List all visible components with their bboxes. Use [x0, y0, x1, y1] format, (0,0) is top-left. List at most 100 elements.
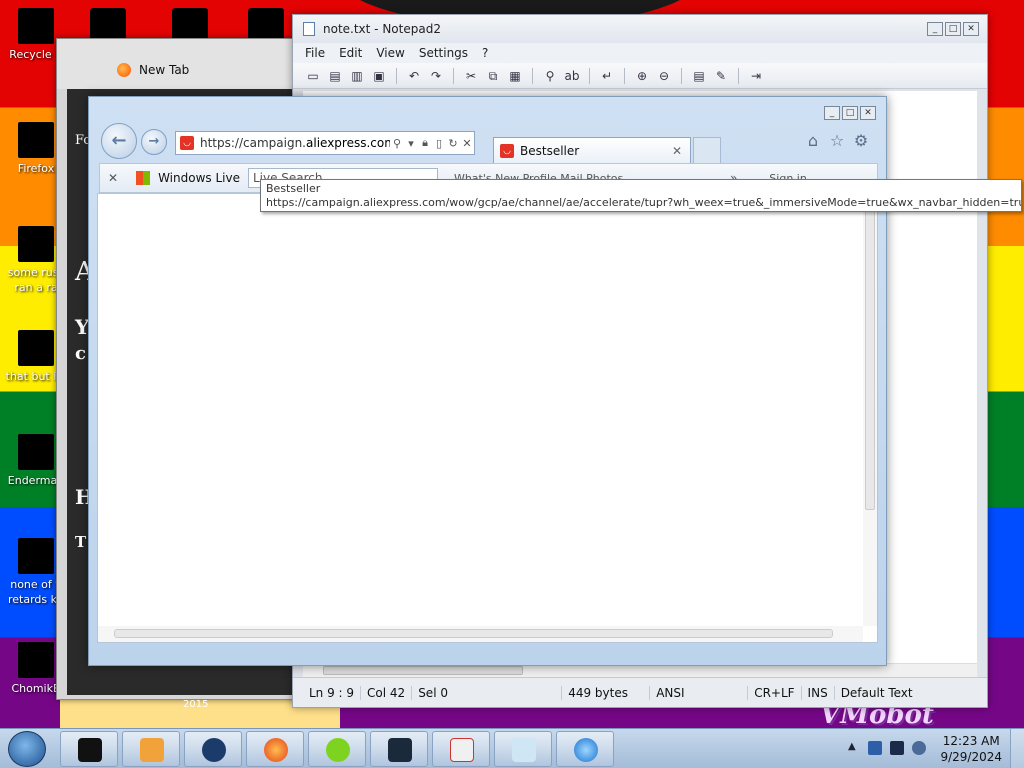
clock[interactable]: 12:23 AM 9/29/2024 [940, 733, 1002, 765]
desktop: VMobot Recycle B Firefox some russ ran a… [0, 0, 1024, 768]
redo-icon[interactable]: ↷ [428, 68, 444, 84]
refresh-icon[interactable]: ↻ [446, 137, 460, 150]
close-tab-icon[interactable]: ✕ [672, 144, 690, 158]
status-line-ending: CR+LF [748, 685, 802, 700]
content-heading: T [75, 533, 87, 551]
app-icon [388, 738, 412, 762]
zoom-out-icon[interactable]: ⊖ [656, 68, 672, 84]
menu-help[interactable]: ? [482, 46, 488, 60]
compatibility-icon[interactable]: ▯ [432, 137, 446, 150]
toolbar-separator [624, 67, 625, 84]
close-button[interactable]: ✕ [860, 106, 876, 120]
volume-icon[interactable] [912, 741, 926, 755]
app-icon [78, 738, 102, 762]
desktop-icon-image[interactable] [172, 8, 208, 40]
taskbar-media-player[interactable] [122, 731, 180, 767]
action-center-icon[interactable] [868, 741, 882, 755]
scheme-icon[interactable]: ▤ [691, 68, 707, 84]
firefox-icon [18, 122, 54, 158]
status-column: Col 42 [361, 685, 413, 700]
window-title: note.txt - Notepad2 [323, 22, 441, 36]
lock-icon[interactable]: 🔒︎ [418, 136, 432, 150]
notepad-icon [303, 22, 315, 36]
home-icon[interactable]: ⌂ [803, 131, 823, 151]
menu-settings[interactable]: Settings [419, 46, 468, 60]
tab-bestseller[interactable]: ◡ Bestseller ✕ [493, 137, 691, 163]
taskbar-app-5[interactable] [308, 731, 366, 767]
app-icon [326, 738, 350, 762]
menu-view[interactable]: View [376, 46, 404, 60]
desktop-icon-image[interactable] [90, 8, 126, 40]
paste-icon[interactable]: ▦ [507, 68, 523, 84]
aliexpress-favicon-icon: ◡ [500, 143, 514, 158]
tooltip-url: https://campaign.aliexpress.com/wow/gcp/… [266, 196, 1022, 209]
close-toolbar-icon[interactable]: ✕ [108, 171, 118, 185]
search-icon[interactable]: ⚲ [390, 137, 404, 150]
minimize-button[interactable]: _ [824, 106, 840, 120]
stop-icon[interactable]: ✕ [460, 137, 474, 150]
forward-button[interactable]: → [141, 129, 167, 155]
menu-file[interactable]: File [305, 46, 325, 60]
caption-buttons: _ □ ✕ [824, 106, 876, 120]
taskbar-app-3[interactable] [184, 731, 242, 767]
windows-live-link[interactable]: Windows Live [158, 171, 240, 185]
tab-tooltip: Bestseller https://campaign.aliexpress.c… [260, 179, 1022, 212]
footer-year: 2015 [183, 699, 209, 710]
desktop-icon-image[interactable] [248, 8, 284, 40]
replace-icon[interactable]: ab [564, 68, 580, 84]
menu-edit[interactable]: Edit [339, 46, 362, 60]
horizontal-scrollbar[interactable] [98, 626, 863, 642]
gear-icon[interactable]: ⚙ [851, 131, 871, 151]
title-bar[interactable]: note.txt - Notepad2 [293, 15, 987, 43]
open-folder-icon[interactable]: ▤ [327, 68, 343, 84]
undo-icon[interactable]: ↶ [406, 68, 422, 84]
address-bar[interactable]: ◡ https://campaign.aliexpress.com ⚲ ▾ 🔒︎… [175, 131, 475, 155]
taskbar-notepad2[interactable] [494, 731, 552, 767]
status-encoding: ANSI [650, 685, 749, 700]
browse-icon[interactable]: ▥ [349, 68, 365, 84]
copy-icon[interactable]: ⧉ [485, 68, 501, 84]
save-icon[interactable]: ▣ [371, 68, 387, 84]
firefox-tab[interactable]: New Tab [57, 39, 297, 89]
cut-icon[interactable]: ✂ [463, 68, 479, 84]
firefox-icon [264, 738, 288, 762]
word-wrap-icon[interactable]: ↵ [599, 68, 615, 84]
new-file-icon[interactable]: ▭ [305, 68, 321, 84]
new-tab-button[interactable] [693, 137, 721, 163]
toolbar: ▭ ▤ ▥ ▣ ↶ ↷ ✂ ⧉ ▦ ⚲ ab ↵ ⊕ ⊖ ▤ ✎ ⇥ [293, 63, 987, 89]
navigation-bar: ← → ◡ https://campaign.aliexpress.com ⚲ … [99, 121, 878, 163]
file-icon [18, 226, 54, 262]
favorites-star-icon[interactable]: ☆ [827, 131, 847, 151]
taskbar-internet-explorer[interactable] [556, 731, 614, 767]
address-text[interactable]: https://campaign.aliexpress.com [200, 136, 390, 150]
show-desktop-button[interactable] [1010, 729, 1024, 768]
page-content[interactable] [97, 193, 878, 643]
toolbar-separator [453, 67, 454, 84]
vertical-scrollbar[interactable] [863, 194, 877, 626]
taskbar-firefox[interactable] [246, 731, 304, 767]
minimize-button[interactable]: _ [927, 22, 943, 36]
taskbar-app-1[interactable] [60, 731, 118, 767]
find-icon[interactable]: ⚲ [542, 68, 558, 84]
back-button[interactable]: ← [101, 123, 137, 159]
zoom-in-icon[interactable]: ⊕ [634, 68, 650, 84]
start-button[interactable] [8, 731, 46, 767]
maximize-button[interactable]: □ [945, 22, 961, 36]
taskbar-java[interactable] [432, 731, 490, 767]
tray-expand-icon[interactable]: ▲ [848, 741, 856, 752]
scrollbar-thumb[interactable] [114, 629, 833, 638]
notepad-icon [512, 738, 536, 762]
app-icon [18, 434, 54, 470]
system-tray: ▲ 12:23 AM 9/29/2024 [844, 729, 1024, 768]
scrollbar-thumb[interactable] [323, 666, 523, 675]
close-button[interactable]: ✕ [963, 22, 979, 36]
maximize-button[interactable]: □ [842, 106, 858, 120]
dropdown-icon[interactable]: ▾ [404, 137, 418, 150]
scrollbar-thumb[interactable] [865, 210, 875, 510]
network-icon[interactable] [890, 741, 904, 755]
status-line: Ln 9 : 9 [303, 685, 362, 700]
exit-icon[interactable]: ⇥ [748, 68, 764, 84]
taskbar-app-6[interactable] [370, 731, 428, 767]
customize-icon[interactable]: ✎ [713, 68, 729, 84]
content-heading: c [75, 343, 86, 364]
